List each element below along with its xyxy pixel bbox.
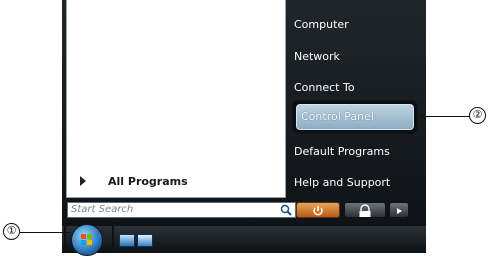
callout-line-1 xyxy=(20,232,70,233)
chevron-right-icon xyxy=(80,176,86,186)
menu-item-network[interactable]: Network xyxy=(294,50,340,63)
menu-item-connect-to[interactable]: Connect To xyxy=(294,81,355,94)
all-programs-label: All Programs xyxy=(108,174,188,188)
callout-number-2: ② xyxy=(469,107,486,124)
callout-number-1: ① xyxy=(3,223,20,240)
power-button[interactable] xyxy=(296,202,340,218)
quicklaunch-switch-windows-icon[interactable] xyxy=(137,234,153,247)
search-icon[interactable] xyxy=(280,204,292,216)
start-search-input[interactable]: Start Search xyxy=(67,202,296,218)
lock-icon xyxy=(359,204,371,217)
power-icon xyxy=(313,206,323,216)
taskbar xyxy=(62,226,426,253)
menu-item-default-programs[interactable]: Default Programs xyxy=(294,145,390,158)
menu-item-computer[interactable]: Computer xyxy=(294,18,349,31)
quicklaunch-show-desktop-icon[interactable] xyxy=(119,234,135,247)
windows-flag-icon xyxy=(81,234,92,245)
all-programs-item[interactable]: All Programs xyxy=(68,171,282,191)
shutdown-options-button[interactable] xyxy=(389,202,409,218)
control-panel-label: Control Panel xyxy=(301,110,374,123)
menu-item-help-and-support[interactable]: Help and Support xyxy=(294,176,390,189)
start-menu-left-pane xyxy=(66,0,286,198)
lock-button[interactable] xyxy=(344,202,386,218)
search-placeholder: Start Search xyxy=(71,204,134,215)
callout-line-2 xyxy=(420,116,470,117)
arrow-right-icon xyxy=(397,208,402,214)
windows-orb-icon[interactable] xyxy=(71,224,103,256)
